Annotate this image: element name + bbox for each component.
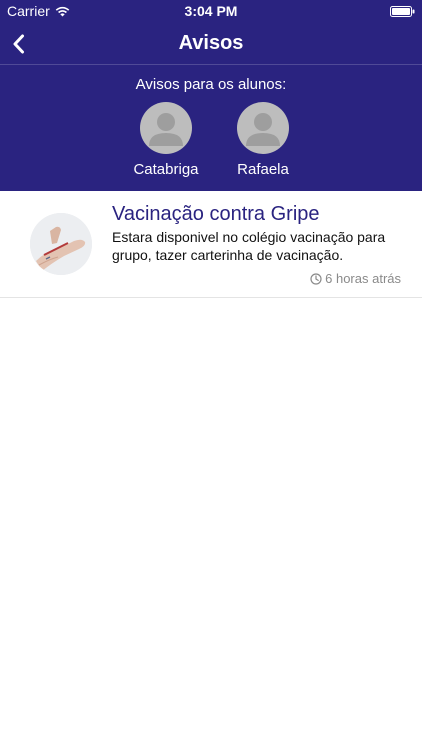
navigation-bar: Avisos (0, 22, 422, 65)
person-avatar-icon (140, 102, 192, 154)
battery-icon (390, 6, 415, 17)
notice-time-label: 6 horas atrás (325, 271, 401, 286)
students-label: Avisos para os alunos: (135, 76, 287, 93)
status-bar: Carrier 3:04 PM (0, 0, 422, 22)
notice-body: Estara disponivel no colégio vacinação p… (112, 229, 386, 263)
person-avatar-icon (237, 102, 289, 154)
notice-title: Vacinação contra Gripe (112, 203, 320, 225)
student-catabriga[interactable]: Catabriga (121, 102, 211, 178)
student-name: Catabriga (133, 161, 199, 178)
header: Carrier 3:04 PM Avisos Avisos para os al… (0, 0, 422, 191)
notice-time: 6 horas atrás (310, 271, 401, 286)
page-title: Avisos (178, 32, 244, 54)
status-time: 3:04 PM (184, 3, 238, 19)
notice-thumbnail (30, 213, 92, 275)
student-rafaela[interactable]: Rafaela (218, 102, 308, 178)
clock-icon (310, 272, 322, 285)
student-name: Rafaela (237, 161, 289, 178)
notice-card[interactable]: Vacinação contra Gripe Estara disponivel… (0, 191, 422, 298)
